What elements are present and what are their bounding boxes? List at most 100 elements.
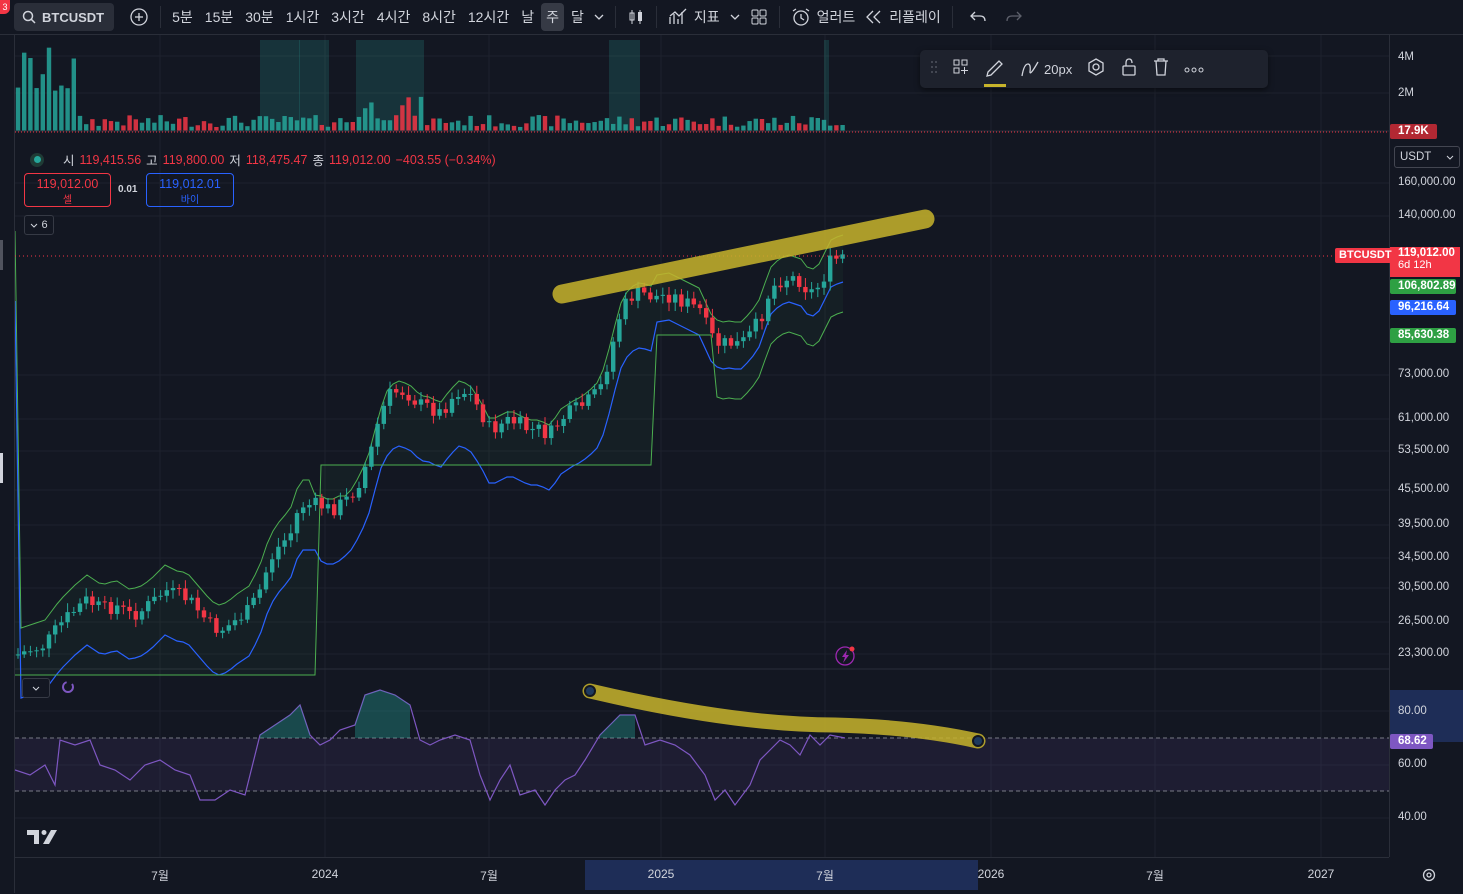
candle-body [598,384,603,390]
candle-body [462,393,467,398]
candle-body [319,497,324,509]
drawing-handle[interactable] [972,735,984,747]
indicators-icon [668,8,688,26]
close-label: 종 [312,154,324,168]
last-price-tag: 119,012.00 6d 12h [1390,247,1460,277]
volume-bar [474,125,479,131]
notification-badge[interactable]: 3 [0,0,10,14]
alert-button[interactable]: 얼러트 [786,3,861,31]
interval-button-3[interactable]: 1시간 [281,3,325,31]
volume-bar [753,118,758,131]
candle-body [263,572,269,590]
chevron-down-icon [594,14,604,20]
rsi-current-tag: 68.62 [1390,734,1433,749]
interval-dropdown-button[interactable] [589,3,609,31]
volume-bar [59,85,64,131]
interval-button-9[interactable]: 주 [541,3,564,31]
indicators-button[interactable]: 지표 [663,3,725,31]
interval-button-10[interactable]: 달 [566,3,589,31]
chevron-down-icon [30,223,38,228]
more-icon[interactable] [1184,60,1204,78]
candle-body [40,648,45,651]
candle-body [592,389,597,395]
rail-tab[interactable] [0,240,3,270]
interval-button-2[interactable]: 30분 [240,3,278,31]
volume-bar [648,121,653,131]
interval-button-8[interactable]: 날 [516,3,539,31]
sell-button[interactable]: 119,012.00 셀 [24,173,111,207]
volume-bar [90,119,95,131]
price-axis-label: 23,300.00 [1398,647,1450,659]
market-status-icon[interactable] [30,152,44,167]
interval-button-7[interactable]: 12시간 [463,3,514,31]
volume-bar [307,118,312,131]
time-axis[interactable]: 7월 2024 7월 2025 7월 2026 7월 2027 [15,857,1436,894]
drawing-handle[interactable] [584,685,596,697]
templates-icon[interactable] [952,58,970,81]
color-pencil-icon[interactable] [984,56,1006,87]
interval-button-4[interactable]: 3시간 [326,3,370,31]
volume-current-tag: 17.9K [1390,124,1437,139]
collapse-indicators-button[interactable]: 6 [24,215,54,235]
volume-bar [189,126,194,131]
volume-bar [592,122,597,131]
highlighter-trendline-rsi[interactable] [582,683,986,749]
high-value: 119,800.00 [162,152,225,167]
volume-bar [778,124,783,131]
drag-handle-icon[interactable] [930,59,938,80]
interval-button-1[interactable]: 15분 [200,3,238,31]
candle-body [344,496,349,500]
lock-icon[interactable] [1120,57,1138,82]
redo-button[interactable] [1001,3,1027,31]
layout-button[interactable] [745,3,773,31]
candle-body [691,298,696,305]
price-axis[interactable]: 4M 2M 17.9K USDT 160,000.00 140,000.00 73,… [1389,35,1463,857]
candle-body [127,606,132,612]
volume-bar [332,122,337,131]
candle-body [722,338,727,346]
volume-bar [573,120,579,131]
settings-icon[interactable] [1086,57,1106,82]
interval-button-5[interactable]: 4시간 [372,3,416,31]
buy-button[interactable]: 119,012.01 바이 [146,173,234,207]
highlighter-trendline-price[interactable] [552,209,935,304]
line-width-button[interactable]: 20px [1020,58,1072,81]
volume-bar [164,121,169,131]
candle-body [604,371,610,385]
volume-bar [201,121,207,131]
symbol-price-tag: BTCUSDT [1335,248,1396,263]
volume-bar [629,118,634,131]
settings-gear-icon[interactable] [1421,867,1437,886]
replay-label: 리플레이 [889,9,941,25]
volume-bar [394,115,399,131]
candle-body [158,595,163,597]
candle-body [747,331,752,338]
rsi-collapse-button[interactable] [22,678,50,698]
volume-bar [747,121,752,131]
replay-button[interactable]: 리플레이 [860,3,946,31]
volume-bar [425,125,430,131]
candle-body [499,423,504,433]
volume-bar [245,126,250,131]
templates-dropdown-button[interactable] [725,3,745,31]
rsi-axis-label: 40.00 [1398,811,1427,823]
chart-area[interactable]: 시 119,415.56 고 119,800.00 저 118,475.47 종 119… [14,35,1389,857]
add-symbol-button[interactable] [124,3,154,31]
rail-tab-active[interactable] [0,453,3,483]
interval-button-0[interactable]: 5분 [167,3,198,31]
currency-select[interactable]: USDT [1394,146,1460,168]
undo-button[interactable] [965,3,991,31]
trash-icon[interactable] [1152,57,1170,82]
indicators-label: 지표 [693,9,720,25]
symbol-search-button[interactable]: BTCUSDT [14,3,115,31]
interval-button-6[interactable]: 8시간 [417,3,461,31]
volume-bar [226,117,231,131]
last-price: 119,012.00 [1398,247,1455,259]
tradingview-logo-icon [27,830,57,844]
candle-body [567,405,572,420]
ohlc-legend: 시 119,415.56 고 119,800.00 저 118,475.47 종 119… [30,150,496,169]
volume-bar [270,118,275,131]
candle-body [294,513,300,534]
price-axis-label: 26,500.00 [1398,615,1450,627]
chart-type-button[interactable] [622,3,650,31]
